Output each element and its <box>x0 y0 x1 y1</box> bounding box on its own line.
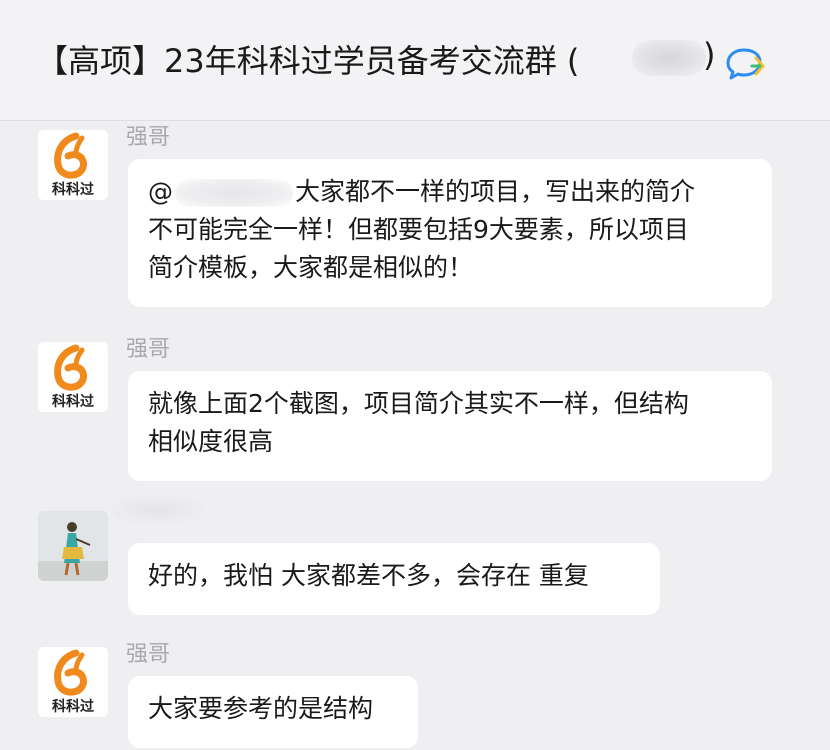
message-bubble[interactable]: 就像上面2个截图，项目简介其实不一样，但结构 相似度很高 <box>128 371 772 481</box>
message-line: 不可能完全一样！但都要包括9大要素，所以项目 <box>148 215 689 244</box>
message-bubble[interactable]: 大家要参考的是结构 <box>128 676 418 748</box>
avatar[interactable]: 科科过 <box>38 647 108 717</box>
group-chat-icon[interactable] <box>726 46 766 82</box>
avatar[interactable] <box>38 511 108 581</box>
chat-title[interactable]: 【高项】23年科科过学员备考交流群 ( <box>36 36 579 82</box>
message-line: 好的，我怕 大家都差不多，会存在 重复 <box>148 561 589 590</box>
chat-window: 【高项】23年科科过学员备考交流群 ( ) 强哥 科科过 @ 大家都不一样的项目，… <box>0 0 830 750</box>
kekeguo-logo-icon: 科科过 <box>38 647 108 717</box>
message-line: 大家都不一样的项目，写出来的简介 <box>295 177 696 206</box>
avatar[interactable]: 科科过 <box>38 130 108 200</box>
chat-header: 【高项】23年科科过学员备考交流群 ( ) <box>0 0 830 121</box>
message-line: 就像上面2个截图，项目简介其实不一样，但结构 <box>148 389 689 418</box>
svg-text:科科过: 科科过 <box>52 698 94 715</box>
mention-blurred <box>175 179 293 207</box>
svg-text:科科过: 科科过 <box>52 393 94 410</box>
sender-name-blurred <box>112 497 202 523</box>
message-line: 相似度很高 <box>148 427 274 456</box>
sender-name: 强哥 <box>126 642 171 667</box>
kekeguo-logo-icon: 科科过 <box>38 342 108 412</box>
message-bubble[interactable]: 好的，我怕 大家都差不多，会存在 重复 <box>128 543 660 615</box>
message-line: 简介模板，大家都是相似的！ <box>148 253 474 282</box>
member-count-blurred <box>632 40 706 76</box>
sender-name: 强哥 <box>126 125 171 150</box>
message-bubble[interactable]: @ 大家都不一样的项目，写出来的简介 不可能完全一样！但都要包括9大要素，所以项目… <box>128 159 772 307</box>
chat-title-close: ) <box>703 36 716 74</box>
mention-prefix: @ <box>148 177 173 206</box>
kekeguo-logo-icon: 科科过 <box>38 130 108 200</box>
sender-name: 强哥 <box>126 337 171 362</box>
message-list[interactable]: 强哥 科科过 @ 大家都不一样的项目，写出来的简介 不可能完全一样！但都要包括9大… <box>0 121 830 750</box>
user-avatar-icon <box>38 511 108 581</box>
avatar[interactable]: 科科过 <box>38 342 108 412</box>
svg-text:科科过: 科科过 <box>52 181 94 198</box>
message-line: 大家要参考的是结构 <box>148 694 374 723</box>
